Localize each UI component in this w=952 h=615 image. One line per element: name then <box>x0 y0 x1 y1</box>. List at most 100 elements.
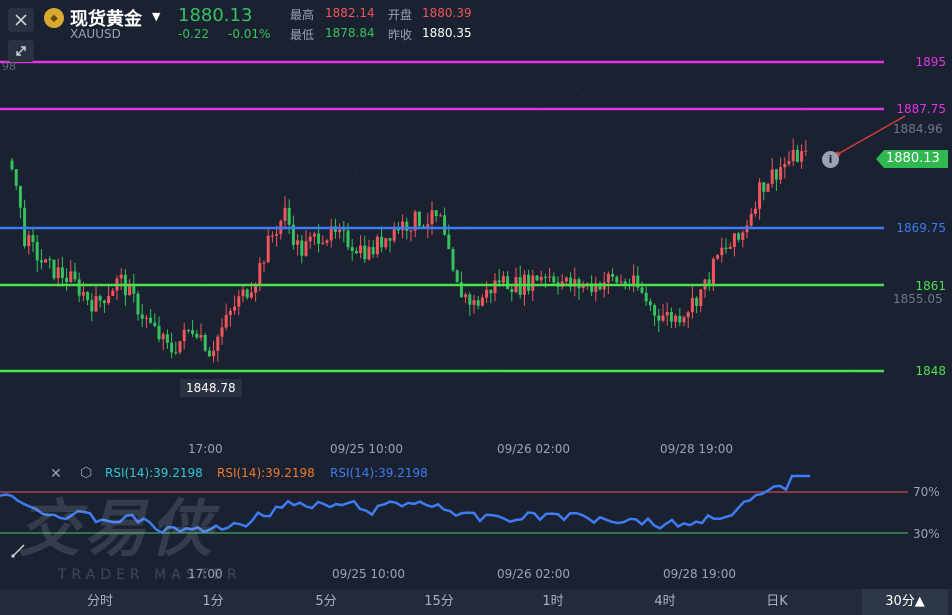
map-dot <box>70 126 73 129</box>
close-button[interactable] <box>8 8 34 32</box>
map-dot <box>679 306 681 309</box>
candle-body <box>199 335 203 338</box>
map-dot <box>513 194 516 196</box>
candle-body <box>749 213 753 226</box>
candle-body <box>758 182 762 209</box>
map-dot <box>622 70 624 73</box>
tab-30min-dropdown[interactable]: 30分▲ <box>862 589 948 615</box>
map-dot <box>310 436 313 439</box>
tab-4hour[interactable]: 4时 <box>642 589 688 615</box>
candle-body <box>81 292 85 296</box>
map-dot <box>780 425 783 428</box>
map-dot <box>373 274 376 276</box>
high-label: 最高 <box>290 8 315 22</box>
map-dot <box>32 146 34 148</box>
candle-body <box>90 300 94 312</box>
map-dot <box>53 198 56 201</box>
candle-body <box>207 350 211 357</box>
tab-1min[interactable]: 1分 <box>190 589 236 615</box>
map-dot <box>806 198 808 200</box>
candle-body <box>388 238 392 241</box>
map-dot <box>697 74 700 77</box>
map-dot <box>759 281 761 284</box>
map-dot <box>476 171 478 173</box>
candle-body <box>174 352 178 354</box>
candle-body <box>270 235 274 237</box>
candle-body <box>716 255 720 259</box>
map-dot <box>676 252 678 255</box>
expand-icon <box>16 46 26 56</box>
tab-daily[interactable]: 日K <box>754 589 800 615</box>
map-dot <box>408 66 410 69</box>
rsi-label-orange: RSI(14):39.2198 <box>217 466 315 480</box>
map-dot <box>519 316 521 319</box>
low-label: 最低 <box>290 28 315 42</box>
candle-body <box>119 274 123 279</box>
candle-body <box>224 315 228 328</box>
map-dot <box>23 363 26 366</box>
map-dot <box>569 422 571 424</box>
map-dot <box>213 158 215 161</box>
map-dot <box>496 250 499 252</box>
map-dot <box>703 224 706 226</box>
map-dot <box>220 128 222 130</box>
map-dot <box>98 415 100 417</box>
watermark-logo: 交易侠 <box>18 492 217 565</box>
candle-body <box>161 334 165 340</box>
map-dot <box>383 407 386 410</box>
price-lines[interactable] <box>0 60 906 373</box>
map-dot <box>598 129 600 131</box>
candle-body <box>661 315 665 321</box>
map-dot <box>241 428 243 431</box>
candle-body <box>527 274 531 291</box>
map-dot <box>646 252 648 254</box>
candle-body <box>312 233 316 237</box>
candle-body <box>443 215 447 235</box>
map-dot <box>109 157 112 160</box>
candle-body <box>300 240 304 256</box>
chevron-down-icon[interactable]: ▼ <box>152 10 160 23</box>
candle-body <box>539 276 543 281</box>
candle-body <box>275 234 279 236</box>
draw-line-icon[interactable] <box>6 540 30 562</box>
map-dot <box>731 133 734 135</box>
candle-body <box>65 277 69 282</box>
tab-15min[interactable]: 15分 <box>414 589 464 615</box>
tab-5min[interactable]: 5分 <box>303 589 349 615</box>
map-dot <box>269 425 271 428</box>
candle-body <box>552 276 556 283</box>
candle-body <box>195 333 199 338</box>
map-dot <box>732 293 734 296</box>
map-dot <box>280 415 282 418</box>
map-dot <box>242 201 244 204</box>
candle-body <box>296 240 300 245</box>
map-dot <box>839 399 841 401</box>
candle-body <box>216 336 220 351</box>
map-dot <box>782 196 784 198</box>
map-dot <box>809 300 812 303</box>
map-dot <box>374 150 376 153</box>
map-dot <box>462 150 465 152</box>
tab-1hour[interactable]: 1时 <box>530 589 576 615</box>
candle-body <box>501 276 505 283</box>
map-dot <box>390 253 393 256</box>
tab-timeshare[interactable]: 分时 <box>75 589 125 615</box>
candle-body <box>241 289 245 297</box>
map-dot <box>111 133 114 135</box>
map-dot <box>354 397 356 400</box>
candle-body <box>375 236 379 255</box>
map-dot <box>605 345 608 348</box>
fullscreen-button[interactable] <box>8 40 34 62</box>
map-dot <box>649 252 652 254</box>
map-dot <box>859 439 861 441</box>
candle-body <box>430 210 434 225</box>
map-dot <box>439 85 441 87</box>
info-icon[interactable]: i <box>822 151 839 168</box>
map-dot <box>83 127 85 129</box>
map-dot <box>409 394 412 396</box>
map-dot <box>78 417 81 419</box>
candlestick-series <box>10 138 808 363</box>
map-dot <box>567 334 570 337</box>
map-dot <box>431 160 433 162</box>
map-dot <box>309 304 312 307</box>
